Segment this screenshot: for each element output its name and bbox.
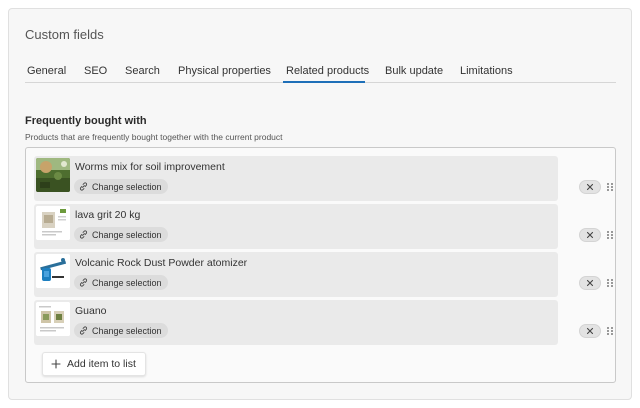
- remove-item-button[interactable]: [579, 276, 601, 290]
- link-icon: [79, 182, 88, 191]
- panel-title: Custom fields: [25, 27, 104, 42]
- tab-search[interactable]: Search: [125, 65, 160, 77]
- change-selection-label: Change selection: [92, 277, 162, 288]
- drag-handle-icon[interactable]: [606, 278, 614, 288]
- close-icon: [586, 183, 594, 191]
- product-thumbnail: [36, 206, 70, 240]
- product-thumbnail: [36, 254, 70, 288]
- change-selection-button[interactable]: Change selection: [74, 227, 168, 242]
- change-selection-button[interactable]: Change selection: [74, 323, 168, 338]
- tab-related-products[interactable]: Related products: [286, 65, 369, 77]
- tab-seo[interactable]: SEO: [84, 65, 107, 77]
- add-item-button[interactable]: Add item to list: [42, 352, 146, 376]
- tab-general[interactable]: General: [27, 65, 66, 77]
- custom-fields-panel: Custom fields General SEO Search Physica…: [8, 8, 632, 400]
- related-products-list: Worms mix for soil improvement Change se…: [25, 147, 616, 383]
- add-item-label: Add item to list: [67, 358, 136, 370]
- tab-physical-properties[interactable]: Physical properties: [178, 65, 271, 77]
- tab-bar: General SEO Search Physical properties R…: [25, 59, 616, 83]
- change-selection-button[interactable]: Change selection: [74, 179, 168, 194]
- drag-handle-icon[interactable]: [606, 326, 614, 336]
- link-icon: [79, 326, 88, 335]
- product-name: Volcanic Rock Dust Powder atomizer: [75, 257, 248, 269]
- tab-bulk-update[interactable]: Bulk update: [385, 65, 443, 77]
- change-selection-label: Change selection: [92, 229, 162, 240]
- list-item: Guano Change selection: [34, 300, 558, 345]
- list-item: lava grit 20 kg Change selection: [34, 204, 558, 249]
- change-selection-button[interactable]: Change selection: [74, 275, 168, 290]
- drag-handle-icon[interactable]: [606, 230, 614, 240]
- section-description: Products that are frequently bought toge…: [25, 132, 283, 142]
- remove-item-button[interactable]: [579, 324, 601, 338]
- link-icon: [79, 278, 88, 287]
- section-title: Frequently bought with: [25, 115, 147, 127]
- close-icon: [586, 279, 594, 287]
- product-thumbnail: [36, 158, 70, 192]
- change-selection-label: Change selection: [92, 181, 162, 192]
- close-icon: [586, 231, 594, 239]
- tab-limitations[interactable]: Limitations: [460, 65, 513, 77]
- product-name: Guano: [75, 305, 107, 317]
- product-name: Worms mix for soil improvement: [75, 161, 225, 173]
- remove-item-button[interactable]: [579, 180, 601, 194]
- product-name: lava grit 20 kg: [75, 209, 141, 221]
- link-icon: [79, 230, 88, 239]
- list-item: Worms mix for soil improvement Change se…: [34, 156, 558, 201]
- drag-handle-icon[interactable]: [606, 182, 614, 192]
- close-icon: [586, 327, 594, 335]
- active-tab-indicator: [283, 81, 365, 83]
- product-thumbnail: [36, 302, 70, 336]
- change-selection-label: Change selection: [92, 325, 162, 336]
- remove-item-button[interactable]: [579, 228, 601, 242]
- plus-icon: [51, 359, 61, 369]
- list-item: Volcanic Rock Dust Powder atomizer Chang…: [34, 252, 558, 297]
